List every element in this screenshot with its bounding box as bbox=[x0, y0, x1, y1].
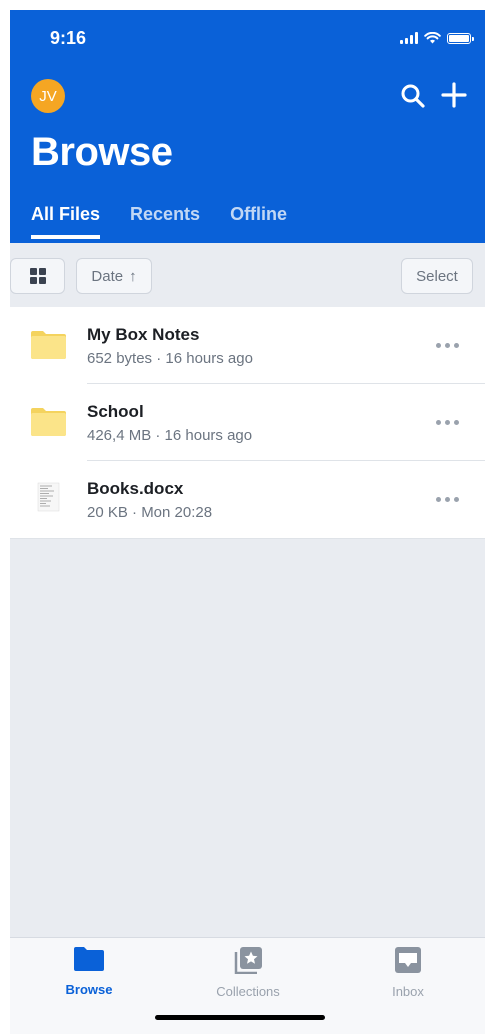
tab-recents[interactable]: Recents bbox=[130, 204, 200, 239]
file-name: School bbox=[87, 402, 144, 421]
status-time: 9:16 bbox=[50, 28, 87, 48]
file-meta: 426,4 MB · 16 hours ago bbox=[87, 427, 253, 444]
grid-view-button[interactable] bbox=[10, 258, 65, 294]
nav-collections[interactable]: Collections bbox=[188, 946, 308, 999]
more-options-icon[interactable] bbox=[436, 420, 462, 426]
list-item[interactable]: Books.docx 20 KB · Mon 20:28 bbox=[10, 461, 485, 539]
folder-icon bbox=[31, 331, 66, 359]
file-name: My Box Notes bbox=[87, 325, 200, 344]
tab-offline[interactable]: Offline bbox=[230, 204, 287, 239]
plus-icon bbox=[441, 82, 467, 108]
tab-bar: All Files Recents Offline bbox=[31, 204, 287, 239]
more-options-icon[interactable] bbox=[436, 497, 462, 503]
more-options-icon[interactable] bbox=[436, 343, 462, 349]
list-item[interactable]: School 426,4 MB · 16 hours ago bbox=[10, 384, 485, 461]
list-item[interactable]: My Box Notes 652 bytes · 16 hours ago bbox=[10, 307, 485, 384]
sort-button[interactable]: Date ↑ bbox=[76, 258, 152, 294]
grid-icon bbox=[29, 268, 46, 284]
collections-star-icon bbox=[234, 947, 262, 974]
search-button[interactable] bbox=[398, 81, 428, 111]
nav-browse[interactable]: Browse bbox=[29, 946, 149, 997]
folder-icon bbox=[74, 947, 104, 971]
file-meta: 652 bytes · 16 hours ago bbox=[87, 350, 253, 367]
page-title: Browse bbox=[31, 130, 173, 174]
nav-label: Collections bbox=[216, 984, 280, 999]
wifi-icon bbox=[424, 32, 441, 44]
search-icon bbox=[401, 84, 425, 108]
nav-label: Inbox bbox=[392, 984, 424, 999]
tab-all-files[interactable]: All Files bbox=[31, 204, 101, 239]
cellular-signal-icon bbox=[400, 32, 418, 44]
battery-icon bbox=[447, 32, 474, 44]
file-list: My Box Notes 652 bytes · 16 hours ago Sc… bbox=[10, 307, 485, 539]
avatar[interactable]: JV bbox=[31, 79, 65, 113]
document-icon bbox=[37, 482, 60, 512]
app-screen: 9:16 JV Browse All Files Recents Offline… bbox=[10, 10, 485, 1034]
list-toolbar: Date ↑ Select bbox=[10, 243, 485, 308]
inbox-icon bbox=[395, 947, 421, 973]
status-icons bbox=[400, 32, 474, 44]
file-name: Books.docx bbox=[87, 479, 184, 498]
file-meta: 20 KB · Mon 20:28 bbox=[87, 504, 213, 521]
sort-arrow-icon: ↑ bbox=[129, 267, 137, 285]
home-indicator bbox=[155, 1015, 325, 1020]
select-button[interactable]: Select bbox=[401, 258, 473, 294]
add-button[interactable] bbox=[438, 79, 470, 111]
sort-label: Date bbox=[91, 267, 124, 285]
nav-label: Browse bbox=[65, 982, 113, 997]
header: 9:16 JV Browse All Files Recents Offline bbox=[10, 10, 485, 243]
folder-icon bbox=[31, 408, 66, 436]
nav-inbox[interactable]: Inbox bbox=[348, 946, 468, 999]
